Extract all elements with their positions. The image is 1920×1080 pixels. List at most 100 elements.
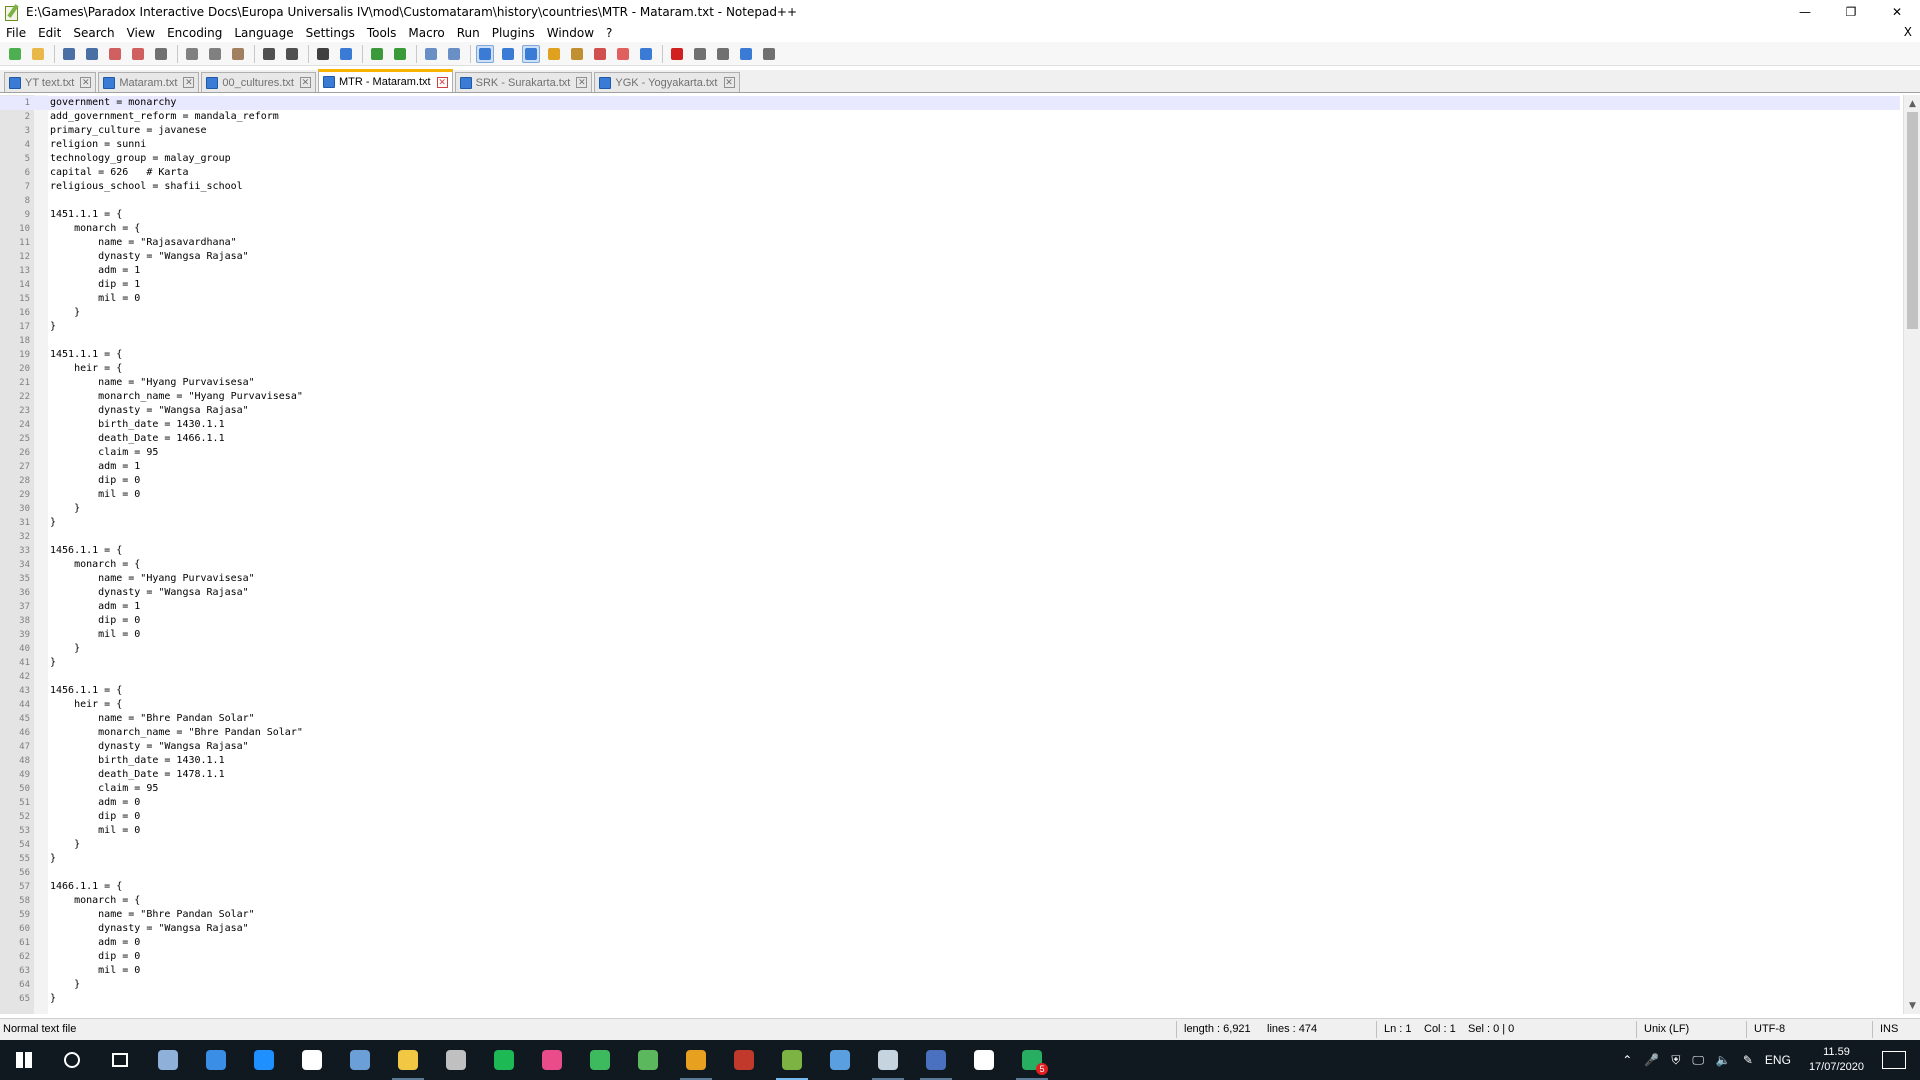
code-line[interactable]: 28 dip = 0 xyxy=(0,474,1900,488)
code-line[interactable]: 56 xyxy=(0,866,1900,880)
menu-help[interactable]: ? xyxy=(600,26,618,40)
utorrent-icon[interactable] xyxy=(624,1040,672,1080)
tab-2[interactable]: 00_cultures.txt ✕ xyxy=(201,72,316,92)
code-line[interactable]: 64 } xyxy=(0,978,1900,992)
status-ins-mode[interactable]: INS xyxy=(1880,1023,1898,1035)
code-line[interactable]: 48 birth_date = 1430.1.1 xyxy=(0,754,1900,768)
code-line[interactable]: 37 adm = 1 xyxy=(0,600,1900,614)
task-view-icon[interactable] xyxy=(96,1040,144,1080)
code-line[interactable]: 11 name = "Rajasavardhana" xyxy=(0,236,1900,250)
cut-icon[interactable] xyxy=(183,45,201,63)
code-line[interactable]: 21 name = "Hyang Purvavisesa" xyxy=(0,376,1900,390)
code-line[interactable]: 16 } xyxy=(0,306,1900,320)
action-center-icon[interactable] xyxy=(1882,1051,1906,1069)
menu-search[interactable]: Search xyxy=(67,26,120,40)
vertical-scrollbar[interactable]: ▲ ▼ xyxy=(1903,95,1920,1014)
code-line[interactable]: 60 dynasty = "Wangsa Rajasa" xyxy=(0,922,1900,936)
paste-icon[interactable] xyxy=(229,45,247,63)
menu-settings[interactable]: Settings xyxy=(300,26,361,40)
menu-file[interactable]: File xyxy=(0,26,32,40)
code-line[interactable]: 1 government = monarchy xyxy=(0,96,1900,110)
close-icon[interactable] xyxy=(106,45,124,63)
file-explorer-icon[interactable] xyxy=(384,1040,432,1080)
save-macro-icon[interactable] xyxy=(760,45,778,63)
close-document-button[interactable]: X xyxy=(1904,25,1912,39)
word-wrap-icon[interactable] xyxy=(476,44,494,63)
menu-edit[interactable]: Edit xyxy=(32,26,67,40)
sync-v-scroll-icon[interactable] xyxy=(422,45,440,63)
menu-view[interactable]: View xyxy=(121,26,161,40)
new-file-icon[interactable] xyxy=(6,45,24,63)
code-line[interactable]: 47 dynasty = "Wangsa Rajasa" xyxy=(0,740,1900,754)
code-line[interactable]: 35 name = "Hyang Purvavisesa" xyxy=(0,572,1900,586)
play-macro-icon[interactable] xyxy=(714,45,732,63)
menu-plugins[interactable]: Plugins xyxy=(486,26,541,40)
code-line[interactable]: 46 monarch_name = "Bhre Pandan Solar" xyxy=(0,726,1900,740)
code-line[interactable]: 6 capital = 626 # Karta xyxy=(0,166,1900,180)
code-line[interactable]: 5 technology_group = malay_group xyxy=(0,152,1900,166)
pdf-reader-icon[interactable] xyxy=(720,1040,768,1080)
tab-1[interactable]: Mataram.txt ✕ xyxy=(98,72,200,92)
code-line[interactable]: 9 1451.1.1 = { xyxy=(0,208,1900,222)
code-line[interactable]: 31} xyxy=(0,516,1900,530)
microphone-icon[interactable]: 🎤 xyxy=(1644,1053,1659,1067)
notepadpp-icon[interactable] xyxy=(768,1040,816,1080)
code-area[interactable]: 1 government = monarchy 2 add_government_re… xyxy=(0,96,1900,1006)
code-line[interactable]: 41} xyxy=(0,656,1900,670)
code-line[interactable]: 13 adm = 1 xyxy=(0,264,1900,278)
stop-macro-icon[interactable] xyxy=(691,45,709,63)
monitoring-icon[interactable] xyxy=(637,45,655,63)
tab-5[interactable]: YGK - Yogyakarta.txt ✕ xyxy=(594,72,740,92)
tab-close-icon[interactable]: ✕ xyxy=(436,76,448,88)
code-line[interactable]: 29 mil = 0 xyxy=(0,488,1900,502)
code-line[interactable]: 14 dip = 1 xyxy=(0,278,1900,292)
code-line[interactable]: 8 xyxy=(0,194,1900,208)
start-icon[interactable] xyxy=(0,1040,48,1080)
tray-overflow-icon[interactable]: ⌃ xyxy=(1622,1053,1632,1067)
save-icon[interactable] xyxy=(60,45,78,63)
editor-pane[interactable]: 1 government = monarchy 2 add_government_re… xyxy=(0,95,1920,1014)
input-language[interactable]: ENG xyxy=(1765,1053,1791,1067)
chrome-icon[interactable] xyxy=(672,1040,720,1080)
code-line[interactable]: 30 } xyxy=(0,502,1900,516)
zoom-in-icon[interactable] xyxy=(368,45,386,63)
save-all-icon[interactable] xyxy=(83,45,101,63)
code-line[interactable]: 22 monarch_name = "Hyang Purvavisesa" xyxy=(0,390,1900,404)
menu-window[interactable]: Window xyxy=(541,26,600,40)
code-line[interactable]: 26 claim = 95 xyxy=(0,446,1900,460)
game-icon[interactable] xyxy=(960,1040,1008,1080)
code-line[interactable]: 10 monarch = { xyxy=(0,222,1900,236)
code-line[interactable]: 3 primary_culture = javanese xyxy=(0,124,1900,138)
tab-close-icon[interactable]: ✕ xyxy=(183,77,195,88)
mail-icon[interactable] xyxy=(240,1040,288,1080)
tab-close-icon[interactable]: ✕ xyxy=(576,77,588,88)
volume-icon[interactable]: 🔈 xyxy=(1716,1053,1731,1067)
code-line[interactable]: 20 heir = { xyxy=(0,362,1900,376)
movie-maker-icon[interactable] xyxy=(432,1040,480,1080)
run-macro-multiple-icon[interactable] xyxy=(737,45,755,63)
code-line[interactable]: 25 death_Date = 1466.1.1 xyxy=(0,432,1900,446)
edge-icon[interactable] xyxy=(576,1040,624,1080)
code-line[interactable]: 36 dynasty = "Wangsa Rajasa" xyxy=(0,586,1900,600)
function-list-icon[interactable] xyxy=(568,45,586,63)
code-line[interactable]: 33 1456.1.1 = { xyxy=(0,544,1900,558)
cortana-search-icon[interactable] xyxy=(48,1040,96,1080)
minimize-button[interactable]: — xyxy=(1782,0,1828,24)
code-line[interactable]: 18 xyxy=(0,334,1900,348)
scroll-down-icon[interactable]: ▼ xyxy=(1904,997,1920,1014)
code-line[interactable]: 43 1456.1.1 = { xyxy=(0,684,1900,698)
code-line[interactable]: 57 1466.1.1 = { xyxy=(0,880,1900,894)
menu-run[interactable]: Run xyxy=(451,26,486,40)
security-icon[interactable] xyxy=(288,1040,336,1080)
code-line[interactable]: 61 adm = 0 xyxy=(0,936,1900,950)
code-line[interactable]: 65} xyxy=(0,992,1900,1006)
store-icon[interactable] xyxy=(192,1040,240,1080)
restore-button[interactable]: ❐ xyxy=(1828,0,1874,24)
defender-tray-icon[interactable]: ⛨ xyxy=(1671,1053,1680,1068)
undo-icon[interactable] xyxy=(260,45,278,63)
code-line[interactable]: 63 mil = 0 xyxy=(0,964,1900,978)
replace-icon[interactable] xyxy=(337,45,355,63)
paint-icon[interactable] xyxy=(912,1040,960,1080)
menu-language[interactable]: Language xyxy=(228,26,299,40)
indent-guide-icon[interactable] xyxy=(522,44,540,63)
